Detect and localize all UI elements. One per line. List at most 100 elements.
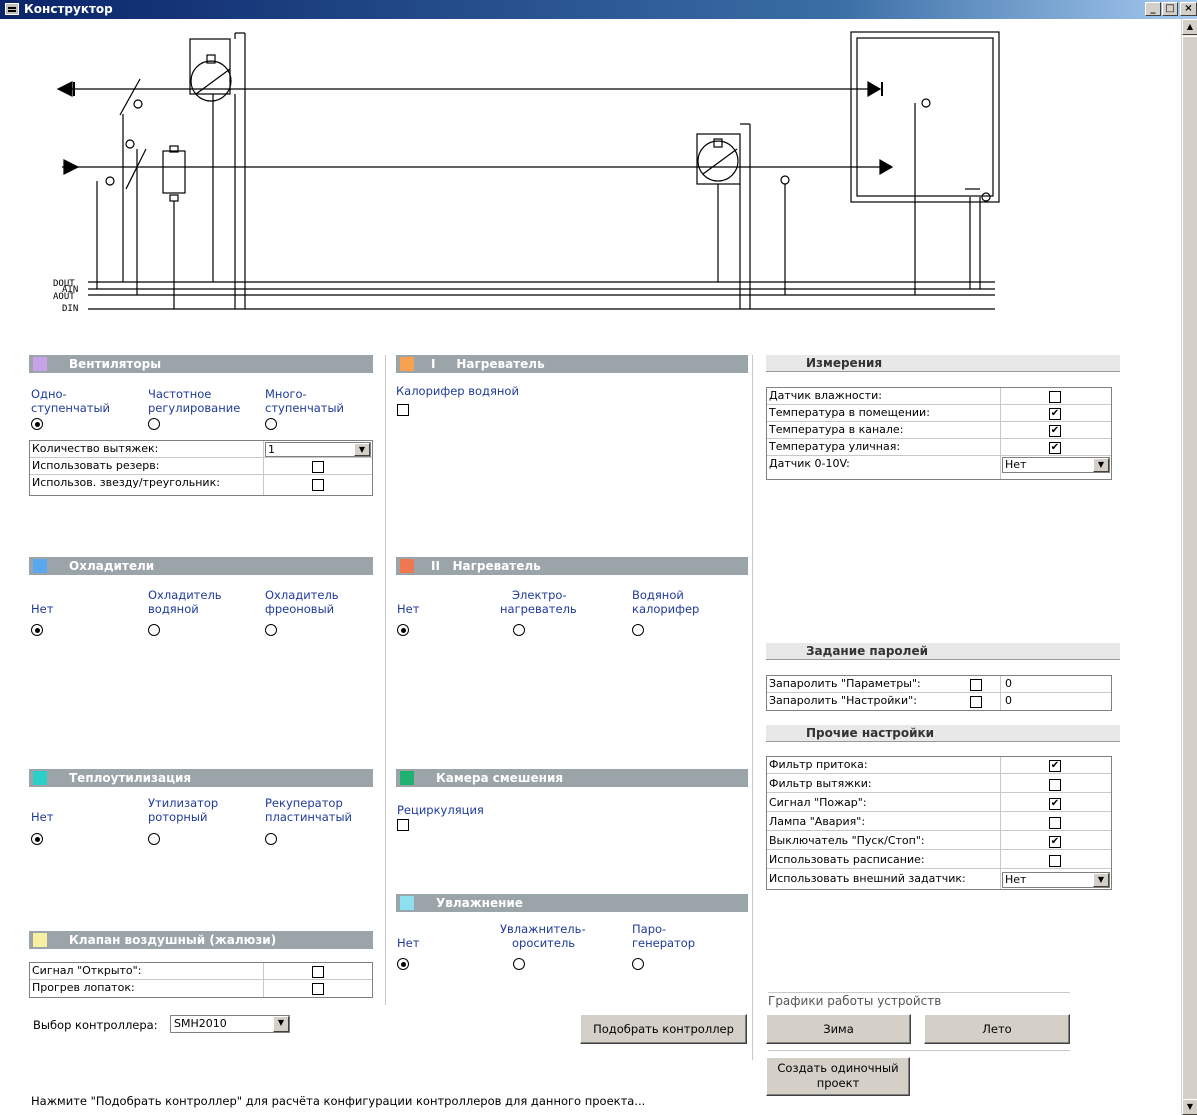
chevron-down-icon[interactable]: ▼ (1093, 873, 1109, 887)
heatrec-radio-none[interactable] (31, 833, 43, 845)
coolers-radio-none[interactable] (31, 624, 43, 636)
water-heater-checkbox[interactable] (397, 404, 409, 416)
supply-filter-checkbox[interactable]: ✔ (1049, 760, 1061, 772)
close-button[interactable]: × (1180, 2, 1197, 16)
exhaust-count-select[interactable]: 1 ▼ (265, 442, 371, 457)
heater2-radio-water[interactable] (632, 624, 644, 636)
fans-option-multi[interactable]: Много-ступенчатый (265, 387, 344, 415)
heater2-color-swatch (400, 559, 414, 573)
air-valve-header: Клапан воздушный (жалюзи) (29, 931, 373, 949)
measurements-header: Измерения (766, 355, 1120, 372)
room-temp-checkbox[interactable]: ✔ (1049, 408, 1061, 420)
ventilation-schematic: DOUT AIN AOUT DIN (53, 31, 1000, 314)
lock-settings-checkbox[interactable] (970, 696, 982, 708)
scroll-down-button[interactable]: ▼ (1182, 1099, 1197, 1115)
sensor-0-10v-select[interactable]: Нет ▼ (1002, 457, 1110, 473)
chevron-down-icon[interactable]: ▼ (273, 1016, 289, 1032)
external-setpoint-select[interactable]: Нет ▼ (1002, 872, 1110, 888)
humid-radio-steam[interactable] (632, 958, 644, 970)
outdoor-temp-checkbox[interactable]: ✔ (1049, 442, 1061, 454)
coolers-header: Охладители (29, 557, 373, 575)
fans-option-single[interactable]: Одно-ступенчатый (31, 387, 110, 415)
coolers-radio-water[interactable] (148, 624, 160, 636)
heatrec-option-none[interactable]: Нет (31, 796, 53, 824)
column-divider (385, 355, 386, 1005)
vertical-scrollbar[interactable]: ▲ ▼ (1181, 19, 1197, 1115)
fire-signal-checkbox[interactable]: ✔ (1049, 798, 1061, 810)
winter-button[interactable]: Зима (766, 1014, 911, 1044)
heater2-option-water[interactable]: Водяной калорифер (632, 588, 699, 616)
air-valve-color-swatch (33, 933, 47, 947)
summer-button[interactable]: Лето (924, 1014, 1070, 1044)
fans-settings-grid: Количество вытяжек: 1 ▼ Использовать резе… (29, 440, 373, 496)
create-single-project-button[interactable]: Создать одиночный проект (766, 1057, 910, 1096)
heater2-option-electric[interactable]: Электро-нагреватель (500, 588, 577, 616)
coolers-option-freon[interactable]: Охладитель фреоновый (265, 588, 339, 616)
fans-color-swatch (33, 357, 47, 371)
other-settings-grid: Фильтр притока: ✔ Фильтр вытяжки: Сигнал… (766, 756, 1112, 890)
heatrec-option-plate[interactable]: Рекуператор пластинчатый (265, 796, 352, 824)
window-title: Конструктор (24, 2, 113, 16)
heater1-header: I Нагреватель (396, 355, 748, 373)
heatrec-radio-rotary[interactable] (148, 833, 160, 845)
fans-option-vfd[interactable]: Частотное регулирование (148, 387, 240, 415)
open-signal-checkbox[interactable] (312, 966, 324, 978)
humid-option-steam[interactable]: Паро-генератор (632, 922, 695, 950)
mixing-chamber-color-swatch (400, 771, 414, 785)
chevron-down-icon[interactable]: ▼ (354, 443, 370, 456)
mixing-chamber-header: Камера смешения (396, 769, 748, 787)
humidity-sensor-checkbox[interactable] (1049, 391, 1061, 403)
scroll-thumb[interactable] (1182, 36, 1197, 1100)
star-delta-checkbox[interactable] (312, 479, 324, 491)
heater2-option-none[interactable]: Нет (397, 588, 419, 616)
chevron-down-icon[interactable]: ▼ (1093, 458, 1109, 472)
maximize-button[interactable]: □ (1162, 2, 1178, 16)
schedules-top-rule (768, 992, 1070, 993)
use-schedule-checkbox[interactable] (1049, 855, 1061, 867)
controller-select[interactable]: SMH2010 ▼ (170, 1015, 290, 1033)
coolers-option-water[interactable]: Охладитель водяной (148, 588, 222, 616)
measurements-grid: Датчик влажности: Температура в помещени… (766, 387, 1112, 480)
heatrec-radio-plate[interactable] (265, 833, 277, 845)
heater2-header: II Нагреватель (396, 557, 748, 575)
heater2-radio-electric[interactable] (513, 624, 525, 636)
use-reserve-checkbox[interactable] (312, 461, 324, 473)
coolers-option-none[interactable]: Нет (31, 588, 53, 616)
humid-radio-none[interactable] (397, 958, 409, 970)
scroll-up-button[interactable]: ▲ (1182, 19, 1197, 35)
lock-parameters-checkbox[interactable] (970, 679, 982, 691)
lock-settings-value[interactable]: 0 (1005, 693, 1012, 709)
lock-parameters-value[interactable]: 0 (1005, 676, 1012, 692)
heatrec-option-rotary[interactable]: Утилизатор роторный (148, 796, 218, 824)
recirculation-checkbox[interactable] (397, 819, 409, 831)
pick-controller-button[interactable]: Подобрать контроллер (580, 1014, 747, 1044)
humid-option-none[interactable]: Нет (397, 922, 419, 950)
start-stop-switch-checkbox[interactable]: ✔ (1049, 836, 1061, 848)
controller-label: Выбор контроллера: (33, 1018, 158, 1032)
duct-temp-checkbox[interactable]: ✔ (1049, 425, 1061, 437)
exhaust-filter-checkbox[interactable] (1049, 779, 1061, 791)
air-valve-grid: Сигнал "Открыто": Прогрев лопаток: (29, 962, 373, 998)
passwords-header: Задание паролей (766, 643, 1120, 660)
coolers-radio-freon[interactable] (265, 624, 277, 636)
window-titlebar[interactable]: Конструктор _ □ × (0, 0, 1197, 19)
minimize-button[interactable]: _ (1145, 2, 1161, 16)
other-settings-header: Прочие настройки (766, 725, 1120, 742)
heater2-radio-none[interactable] (397, 624, 409, 636)
fans-radio-single[interactable] (31, 418, 43, 430)
fans-radio-vfd[interactable] (148, 418, 160, 430)
alarm-lamp-checkbox[interactable] (1049, 817, 1061, 829)
coolers-color-swatch (33, 559, 47, 573)
fans-header: Вентиляторы (29, 355, 373, 373)
heat-recovery-header: Теплоутилизация (29, 769, 373, 787)
schedules-title: Графики работы устройств (768, 994, 942, 1008)
fans-radio-multi[interactable] (265, 418, 277, 430)
humid-option-sprayer[interactable]: Увлажнитель-ороситель (500, 922, 586, 950)
heat-recovery-color-swatch (33, 771, 47, 785)
status-text: Нажмите "Подобрать контроллер" для расчё… (31, 1094, 646, 1108)
recirculation-label: Рециркуляция (397, 803, 484, 817)
humid-radio-sprayer[interactable] (513, 958, 525, 970)
bus-label-aout: AOUT (53, 292, 75, 302)
column-divider (752, 355, 753, 1060)
blade-heating-checkbox[interactable] (312, 983, 324, 995)
